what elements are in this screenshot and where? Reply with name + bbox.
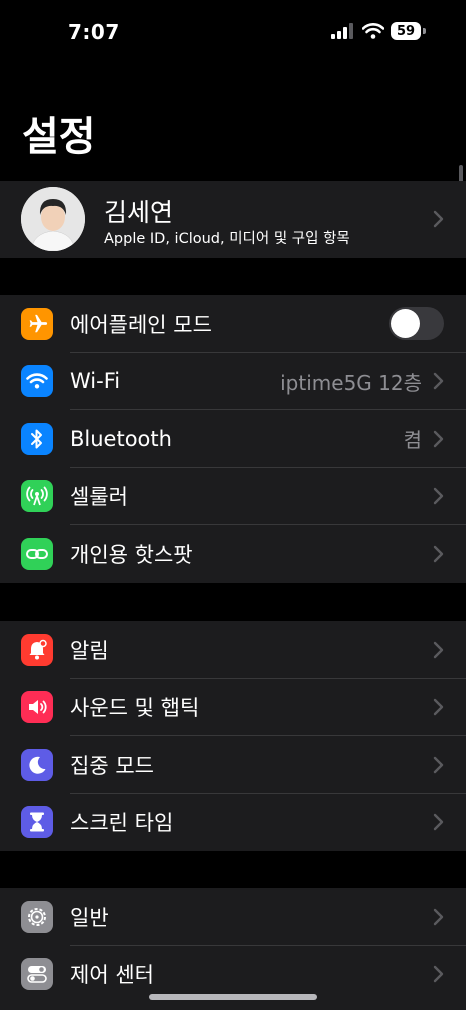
chevron-right-icon xyxy=(433,641,444,658)
settings-item-label: 제어 센터 xyxy=(70,963,154,988)
settings-item-airplane-mode[interactable]: 에어플레인 모드 xyxy=(0,295,466,353)
battery-tip xyxy=(423,28,426,34)
settings-item-bluetooth[interactable]: Bluetooth 켬 xyxy=(0,410,466,468)
battery-level: 59 xyxy=(391,22,421,40)
page-title: 설정 xyxy=(22,114,96,160)
settings-item-label: 셀룰러 xyxy=(70,485,128,510)
settings-item-value: 켬 xyxy=(403,428,422,453)
settings-item-wifi[interactable]: Wi-Fi iptime5G 12층 xyxy=(0,353,466,410)
general-group: 일반 제어 센터 xyxy=(0,888,466,1010)
settings-item-label: 집중 모드 xyxy=(70,753,154,778)
chevron-right-icon xyxy=(433,488,444,505)
chevron-right-icon xyxy=(433,756,444,773)
profile-group: 김세연 Apple ID, iCloud, 미디어 및 구입 항목 xyxy=(0,181,466,258)
chevron-right-icon xyxy=(433,545,444,562)
status-indicators: 59 xyxy=(331,22,426,40)
settings-item-general[interactable]: 일반 xyxy=(0,888,466,946)
settings-item-label: 에어플레인 모드 xyxy=(70,312,212,337)
moon-icon xyxy=(21,748,53,781)
airplane-mode-toggle[interactable] xyxy=(389,307,444,341)
antenna-icon xyxy=(21,480,53,513)
settings-item-sounds-haptics[interactable]: 사운드 및 햅틱 xyxy=(0,679,466,736)
chevron-right-icon xyxy=(433,373,444,390)
wifi-icon xyxy=(21,365,53,398)
gear-icon xyxy=(21,900,53,933)
chevron-right-icon xyxy=(433,814,444,831)
settings-item-notifications[interactable]: 알림 xyxy=(0,621,466,679)
avatar-photo-icon xyxy=(21,187,85,251)
home-indicator[interactable] xyxy=(149,994,317,1000)
profile-subtitle: Apple ID, iCloud, 미디어 및 구입 항목 xyxy=(104,231,350,247)
chevron-right-icon xyxy=(433,699,444,716)
settings-item-screen-time[interactable]: 스크린 타임 xyxy=(0,794,466,852)
wifi-signal-icon xyxy=(362,23,384,39)
settings-item-cellular[interactable]: 셀룰러 xyxy=(0,468,466,525)
chevron-right-icon xyxy=(433,966,444,983)
bell-icon xyxy=(21,633,53,666)
status-bar: 7:07 59 xyxy=(0,0,466,64)
airplane-icon xyxy=(21,307,53,340)
settings-item-label: 개인용 핫스팟 xyxy=(70,542,193,567)
speaker-icon xyxy=(21,691,53,724)
status-time: 7:07 xyxy=(68,20,120,44)
battery-indicator: 59 xyxy=(391,22,426,40)
settings-item-value: iptime5G 12층 xyxy=(280,370,422,395)
settings-item-label: 사운드 및 햅틱 xyxy=(70,696,200,721)
settings-item-label: 일반 xyxy=(70,905,109,930)
chevron-right-icon xyxy=(433,210,444,228)
switches-icon xyxy=(21,958,53,991)
toggle-knob xyxy=(391,309,420,339)
bluetooth-icon xyxy=(21,422,53,455)
settings-item-label: 알림 xyxy=(70,638,109,663)
connectivity-group: 에어플레인 모드 Wi-Fi iptime5G 12층 Bluetooth 켬 … xyxy=(0,295,466,583)
cellular-signal-icon xyxy=(331,23,353,39)
chevron-right-icon xyxy=(433,430,444,447)
avatar xyxy=(21,187,85,251)
profile-row[interactable]: 김세연 Apple ID, iCloud, 미디어 및 구입 항목 xyxy=(0,181,466,258)
hotspot-icon xyxy=(21,537,53,570)
settings-item-label: Wi-Fi xyxy=(70,369,121,394)
settings-item-personal-hotspot[interactable]: 개인용 핫스팟 xyxy=(0,525,466,583)
settings-item-focus[interactable]: 집중 모드 xyxy=(0,736,466,794)
chevron-right-icon xyxy=(433,908,444,925)
hourglass-icon xyxy=(21,806,53,839)
settings-item-label: 스크린 타임 xyxy=(70,811,174,836)
notifications-group: 알림 사운드 및 햅틱 집중 모드 스크린 타임 xyxy=(0,621,466,851)
profile-name: 김세연 xyxy=(104,198,174,227)
settings-item-label: Bluetooth xyxy=(70,426,172,451)
